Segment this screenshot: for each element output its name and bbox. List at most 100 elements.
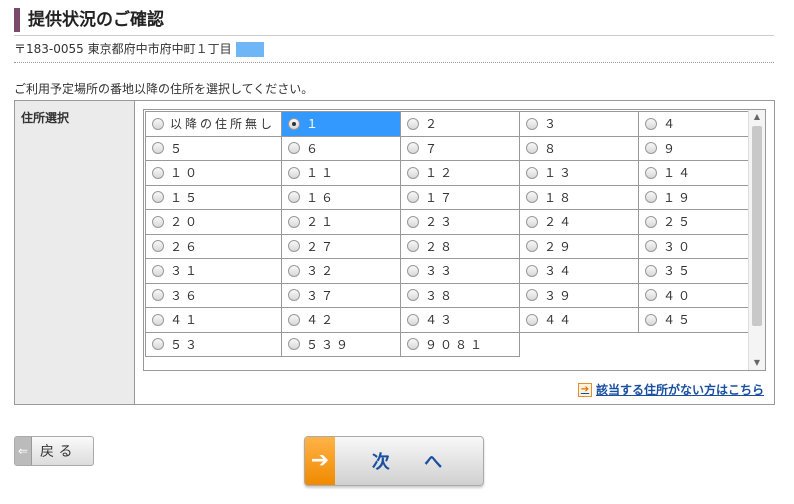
address-option[interactable]: ３１	[144, 258, 283, 284]
address-option[interactable]: ４２	[281, 307, 402, 333]
radio-button[interactable]	[288, 289, 301, 302]
address-option[interactable]: ８	[519, 135, 640, 161]
radio-button[interactable]	[152, 215, 164, 228]
next-button[interactable]: ➔ 次 へ	[304, 436, 484, 486]
address-option[interactable]: ３０	[638, 233, 759, 259]
address-option[interactable]: ３５	[638, 258, 759, 284]
address-option[interactable]: ３７	[281, 282, 402, 308]
address-option[interactable]: ３３	[400, 258, 521, 284]
radio-button[interactable]	[526, 191, 539, 204]
radio-button[interactable]	[645, 142, 658, 155]
address-option[interactable]: ５	[144, 135, 283, 161]
radio-button[interactable]	[645, 191, 658, 204]
radio-button[interactable]	[526, 240, 539, 253]
address-option[interactable]: ３９	[519, 282, 640, 308]
radio-button[interactable]	[288, 240, 301, 253]
address-option[interactable]: ２５	[638, 209, 759, 235]
radio-button[interactable]	[288, 142, 301, 155]
scroll-up-icon[interactable]: ▲	[749, 110, 765, 124]
radio-button[interactable]	[645, 264, 658, 277]
radio-button[interactable]	[407, 166, 420, 179]
radio-button[interactable]	[645, 240, 658, 253]
address-option[interactable]: ３	[519, 111, 640, 137]
address-option[interactable]: ３２	[281, 258, 402, 284]
radio-button[interactable]	[152, 117, 164, 130]
radio-button[interactable]	[288, 313, 301, 326]
scroll-thumb[interactable]	[752, 126, 762, 326]
address-option[interactable]: １８	[519, 184, 640, 210]
address-option[interactable]: ２４	[519, 209, 640, 235]
radio-button[interactable]	[526, 264, 539, 277]
address-option[interactable]: ４３	[400, 307, 521, 333]
address-option[interactable]: ９	[638, 135, 759, 161]
radio-button[interactable]	[407, 313, 420, 326]
radio-button[interactable]	[526, 166, 539, 179]
radio-button[interactable]	[152, 166, 164, 179]
list-scrollbar[interactable]: ▲ ▼	[748, 110, 765, 370]
address-option[interactable]: ５３	[144, 331, 283, 357]
address-option[interactable]: ２６	[144, 233, 283, 259]
radio-button[interactable]	[152, 191, 164, 204]
address-option[interactable]: ２	[400, 111, 521, 137]
radio-button[interactable]	[407, 215, 420, 228]
radio-button[interactable]	[407, 240, 420, 253]
radio-button[interactable]	[152, 289, 164, 302]
address-option[interactable]: ７	[400, 135, 521, 161]
address-option[interactable]: ２８	[400, 233, 521, 259]
address-option[interactable]: １１	[281, 160, 402, 186]
radio-button[interactable]	[407, 338, 420, 351]
address-option[interactable]: ４	[638, 111, 759, 137]
radio-button[interactable]	[645, 215, 658, 228]
address-option[interactable]: １９	[638, 184, 759, 210]
address-option[interactable]: １６	[281, 184, 402, 210]
radio-button[interactable]	[526, 117, 539, 130]
radio-button[interactable]	[152, 264, 164, 277]
radio-button[interactable]	[407, 142, 420, 155]
address-option[interactable]: ２１	[281, 209, 402, 235]
back-button[interactable]: ⇐ 戻 る	[14, 436, 94, 466]
radio-button[interactable]	[645, 117, 658, 130]
address-option[interactable]: １７	[400, 184, 521, 210]
radio-button[interactable]	[288, 215, 301, 228]
address-option[interactable]: １２	[400, 160, 521, 186]
address-option[interactable]: ２０	[144, 209, 283, 235]
radio-button[interactable]	[407, 289, 420, 302]
address-option[interactable]: １３	[519, 160, 640, 186]
radio-button[interactable]	[407, 191, 420, 204]
address-option[interactable]: ３４	[519, 258, 640, 284]
radio-button[interactable]	[152, 313, 164, 326]
address-option[interactable]: ３６	[144, 282, 283, 308]
address-option[interactable]: １０	[144, 160, 283, 186]
radio-button[interactable]	[152, 338, 164, 351]
radio-button[interactable]	[152, 142, 164, 155]
scroll-down-icon[interactable]: ▼	[749, 356, 765, 370]
address-option[interactable]: ５３９	[281, 331, 402, 357]
radio-button[interactable]	[645, 289, 658, 302]
address-option[interactable]: 以降の住所無し	[144, 111, 283, 137]
address-option[interactable]: ２７	[281, 233, 402, 259]
radio-button[interactable]	[152, 240, 164, 253]
radio-button[interactable]	[526, 289, 539, 302]
radio-button[interactable]	[526, 142, 539, 155]
radio-button[interactable]	[288, 264, 301, 277]
radio-button[interactable]	[288, 338, 301, 351]
radio-button[interactable]	[288, 117, 301, 130]
address-option[interactable]: ３８	[400, 282, 521, 308]
radio-button[interactable]	[526, 313, 539, 326]
address-option[interactable]: ２９	[519, 233, 640, 259]
radio-button[interactable]	[407, 264, 420, 277]
address-option[interactable]: ４４	[519, 307, 640, 333]
radio-button[interactable]	[407, 117, 420, 130]
address-option[interactable]: ９０８１	[400, 331, 521, 357]
radio-button[interactable]	[288, 166, 301, 179]
address-option[interactable]: １４	[638, 160, 759, 186]
address-option[interactable]: ４０	[638, 282, 759, 308]
address-option[interactable]: ２３	[400, 209, 521, 235]
address-option[interactable]: １	[281, 111, 402, 137]
radio-button[interactable]	[288, 191, 301, 204]
address-option[interactable]: １５	[144, 184, 283, 210]
radio-button[interactable]	[526, 215, 539, 228]
address-option-list[interactable]: 以降の住所無し １ ２ ３ ４ ５ ６ ７ ８ ９ １０ １１ １２ １３ １４ １５ １６ １７ １８ １９ ２０ ２１…	[143, 109, 766, 371]
address-option[interactable]: ６	[281, 135, 402, 161]
address-option[interactable]: ４１	[144, 307, 283, 333]
